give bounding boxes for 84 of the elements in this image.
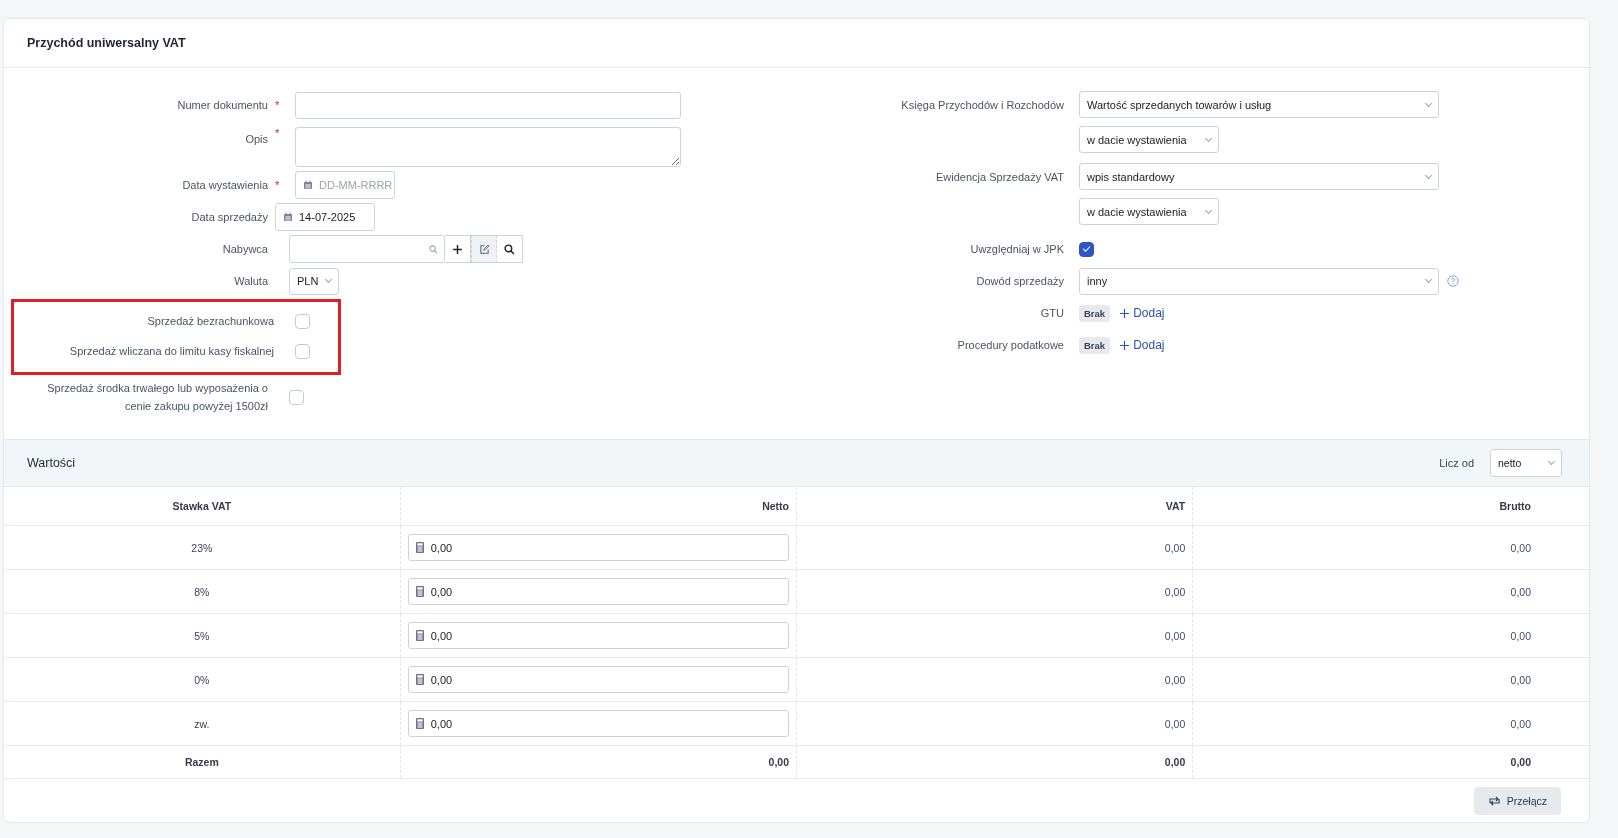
section-title: Wartości [27,456,77,470]
amount-field[interactable]: 0,00 [407,622,789,649]
status-tag: Brak [1079,304,1111,322]
table-cell: 0,00 [796,613,1193,658]
search-icon [504,243,515,255]
column-header: VAT [796,487,1193,526]
table-cell: 0,00 [1192,701,1589,746]
required-mark: * [275,179,281,191]
select-field[interactable]: w dacie wystawienia [1079,126,1219,153]
calc-select[interactable]: netto [1490,449,1562,477]
field-label: Data sprzedaży [191,211,268,223]
calendar-icon [283,212,293,222]
plus-icon [1120,308,1130,318]
amount-field[interactable]: 0,00 [407,666,789,693]
switch-button[interactable]: Przełącz [1473,786,1561,815]
field-label: GTU [1040,307,1064,319]
column-header: Stawka VAT [4,487,401,526]
date-field[interactable]: DD-MM-RRRR [295,171,395,199]
field-label: Księga Przychodów i Rozchodów [901,98,1064,111]
checkbox-label: Sprzedaż wliczana do limitu kasy fiskalnej [69,345,274,357]
table-cell: 8% [4,569,401,614]
table-cell: 0,00 [400,745,797,779]
add-button[interactable] [445,235,471,263]
checkbox-label: Sprzedaż środka trwałego lub wyposażenia o cenie zakupu powyżej 1500zł [46,381,268,414]
column-header: Netto [400,487,797,526]
text-field[interactable] [295,91,681,119]
table-cell: zw. [4,701,401,746]
field-label: Opis [245,132,268,145]
add-link[interactable]: Dodaj [1120,306,1165,320]
required-mark: * [275,99,281,111]
swap-arrows-icon [1487,795,1501,806]
select-field[interactable]: Wartość sprzedanych towarów i usług [1079,91,1439,118]
field-label: Ewidencja Sprzedaży VAT [936,170,1064,183]
calculator-icon [415,718,424,729]
select-field[interactable]: wpis standardowy [1079,163,1439,190]
table-cell: Razem [4,745,401,779]
field-label: Numer dokumentu [177,99,268,111]
checkbox-label: Sprzedaż bezrachunkowa [147,315,274,327]
column-header: Brutto [1192,487,1589,526]
field-label: Waluta [234,275,268,287]
calculator-icon [415,630,424,641]
text-area[interactable] [295,127,681,167]
search-icon [429,245,438,254]
table-cell: 0,00 [796,525,1193,570]
field-label: Procedury podatkowe [957,339,1064,351]
table-cell: 0,00 [796,701,1193,746]
field-label: Data wystawienia [182,179,268,191]
select-field[interactable]: w dacie wystawienia [1079,198,1219,225]
field-label: Dowód sprzedaży [976,275,1064,287]
table-cell: 0,00 [1192,657,1589,702]
amount-field[interactable]: 0,00 [407,534,789,561]
select-field[interactable]: inny [1079,267,1439,295]
table-cell: 0,00 [796,569,1193,614]
table-cell: 23% [4,525,401,570]
table-cell: 0,00 [1192,525,1589,570]
field-label: Licz od [1439,457,1474,469]
amount-field[interactable]: 0,00 [407,710,789,737]
card-title: Przychód uniwersalny VAT [27,36,186,50]
calculator-icon [415,542,424,553]
buyer-field[interactable] [289,235,445,263]
currency-select[interactable]: PLN [289,267,339,295]
field-label: Uwzględniaj w JPK [970,243,1064,255]
plus-icon [1120,340,1130,350]
status-tag: Brak [1079,336,1111,354]
table-cell: 0,00 [1192,745,1589,779]
table-cell: 0,00 [796,657,1193,702]
calculator-icon [415,674,424,685]
edit-icon [478,243,490,255]
add-link[interactable]: Dodaj [1120,338,1165,352]
checkbox[interactable] [1079,241,1094,257]
amount-field[interactable]: 0,00 [407,578,789,605]
calendar-icon [303,180,313,190]
field-label: Nabywca [222,243,268,255]
table-cell: 0% [4,657,401,702]
table-cell: 0,00 [1192,569,1589,614]
help-icon[interactable] [1447,275,1459,287]
date-field[interactable]: 14-07-2025 [275,203,375,231]
calculator-icon [415,586,424,597]
required-mark: * [275,127,281,139]
table-cell: 0,00 [1192,613,1589,658]
search-button[interactable] [497,235,523,263]
table-cell: 0,00 [796,745,1193,779]
table-cell: 5% [4,613,401,658]
plus-icon [452,243,463,255]
